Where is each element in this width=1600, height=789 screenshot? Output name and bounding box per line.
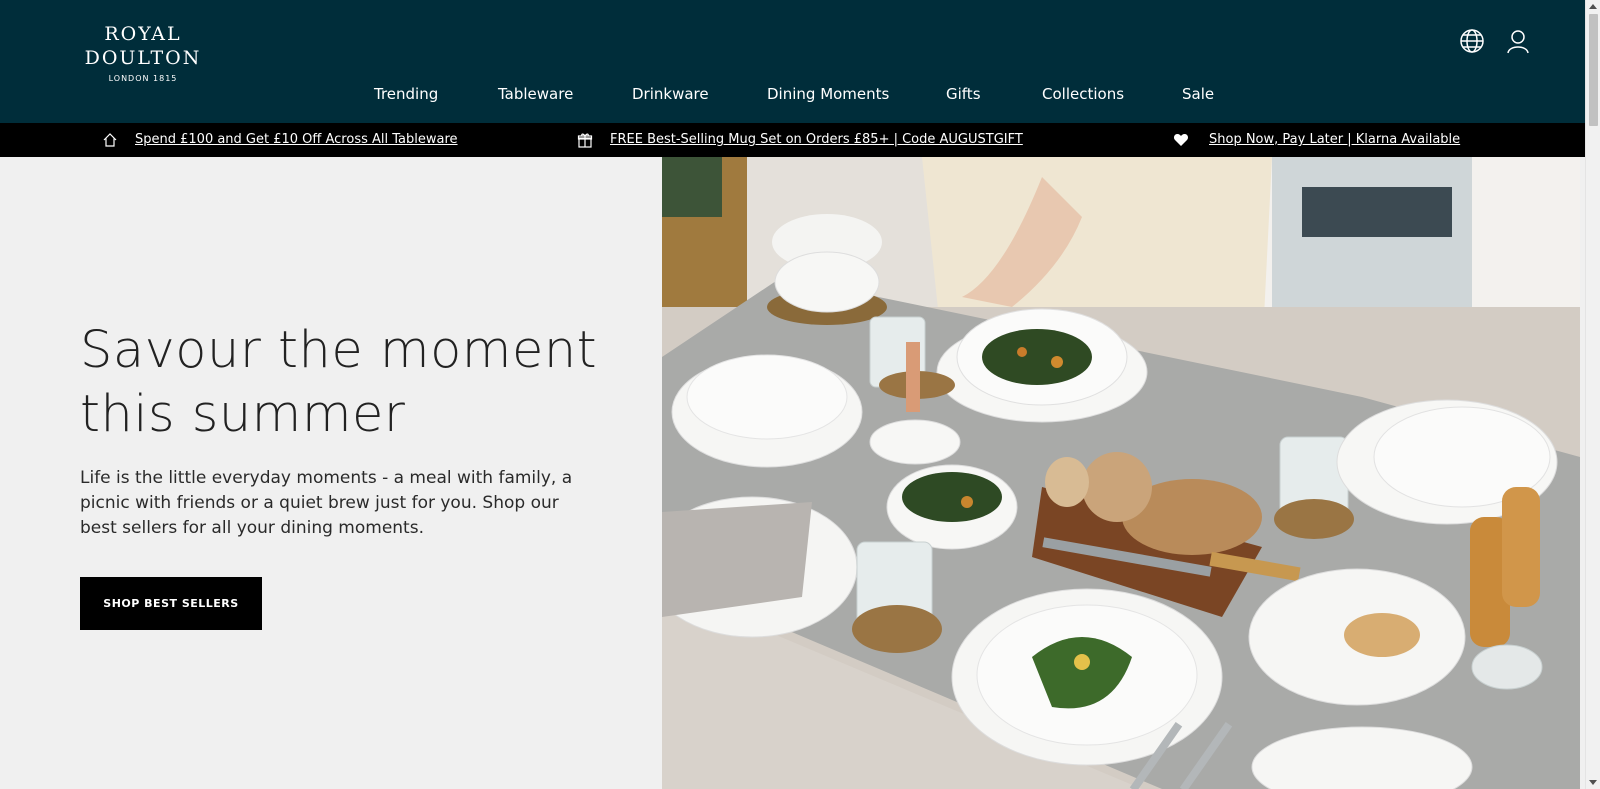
hero-title: Savour the moment this summer xyxy=(80,319,640,447)
main-nav: Trending Tableware Drinkware Dining Mome… xyxy=(0,84,1585,106)
brand-logo[interactable]: ROYAL DOULTON LONDON 1815 xyxy=(42,22,244,83)
promo-mug-offer[interactable]: FREE Best-Selling Mug Set on Orders £85+… xyxy=(610,132,1023,148)
nav-trending[interactable]: Trending xyxy=(374,84,438,104)
hero-title-line-2: this summer xyxy=(80,385,406,444)
globe-icon[interactable] xyxy=(1459,28,1485,54)
scroll-up-arrow-icon[interactable] xyxy=(1589,4,1597,9)
nav-collections[interactable]: Collections xyxy=(1042,84,1124,104)
hero-image-table-setting xyxy=(662,157,1580,789)
nav-tableware[interactable]: Tableware xyxy=(498,84,573,104)
brand-name: ROYAL DOULTON xyxy=(84,23,202,69)
nav-gifts[interactable]: Gifts xyxy=(946,84,981,104)
hero-title-line-1: Savour the moment xyxy=(80,321,598,380)
site-header: ROYAL DOULTON LONDON 1815 Trending Table… xyxy=(0,0,1585,123)
promo-bar: Spend £100 and Get £10 Off Across All Ta… xyxy=(0,123,1585,157)
brand-tagline: LONDON 1815 xyxy=(108,74,178,83)
home-icon xyxy=(102,132,118,148)
hero-description: Life is the little everyday moments - a … xyxy=(80,468,573,538)
promo-klarna[interactable]: Shop Now, Pay Later | Klarna Available xyxy=(1209,132,1460,148)
shop-best-sellers-button[interactable]: SHOP BEST SELLERS xyxy=(80,577,262,630)
nav-sale[interactable]: Sale xyxy=(1182,84,1214,104)
promo-tableware-offer[interactable]: Spend £100 and Get £10 Off Across All Ta… xyxy=(135,132,458,148)
gift-icon xyxy=(577,132,593,148)
hero-text-panel: Savour the moment this summer Life is th… xyxy=(0,157,662,789)
heart-icon xyxy=(1173,132,1189,148)
nav-dining-moments[interactable]: Dining Moments xyxy=(767,84,889,104)
user-icon[interactable] xyxy=(1505,28,1531,54)
scrollbar-thumb[interactable] xyxy=(1589,14,1598,126)
page-scrollbar[interactable] xyxy=(1585,0,1600,789)
scroll-down-arrow-icon[interactable] xyxy=(1589,780,1597,785)
nav-drinkware[interactable]: Drinkware xyxy=(632,84,709,104)
